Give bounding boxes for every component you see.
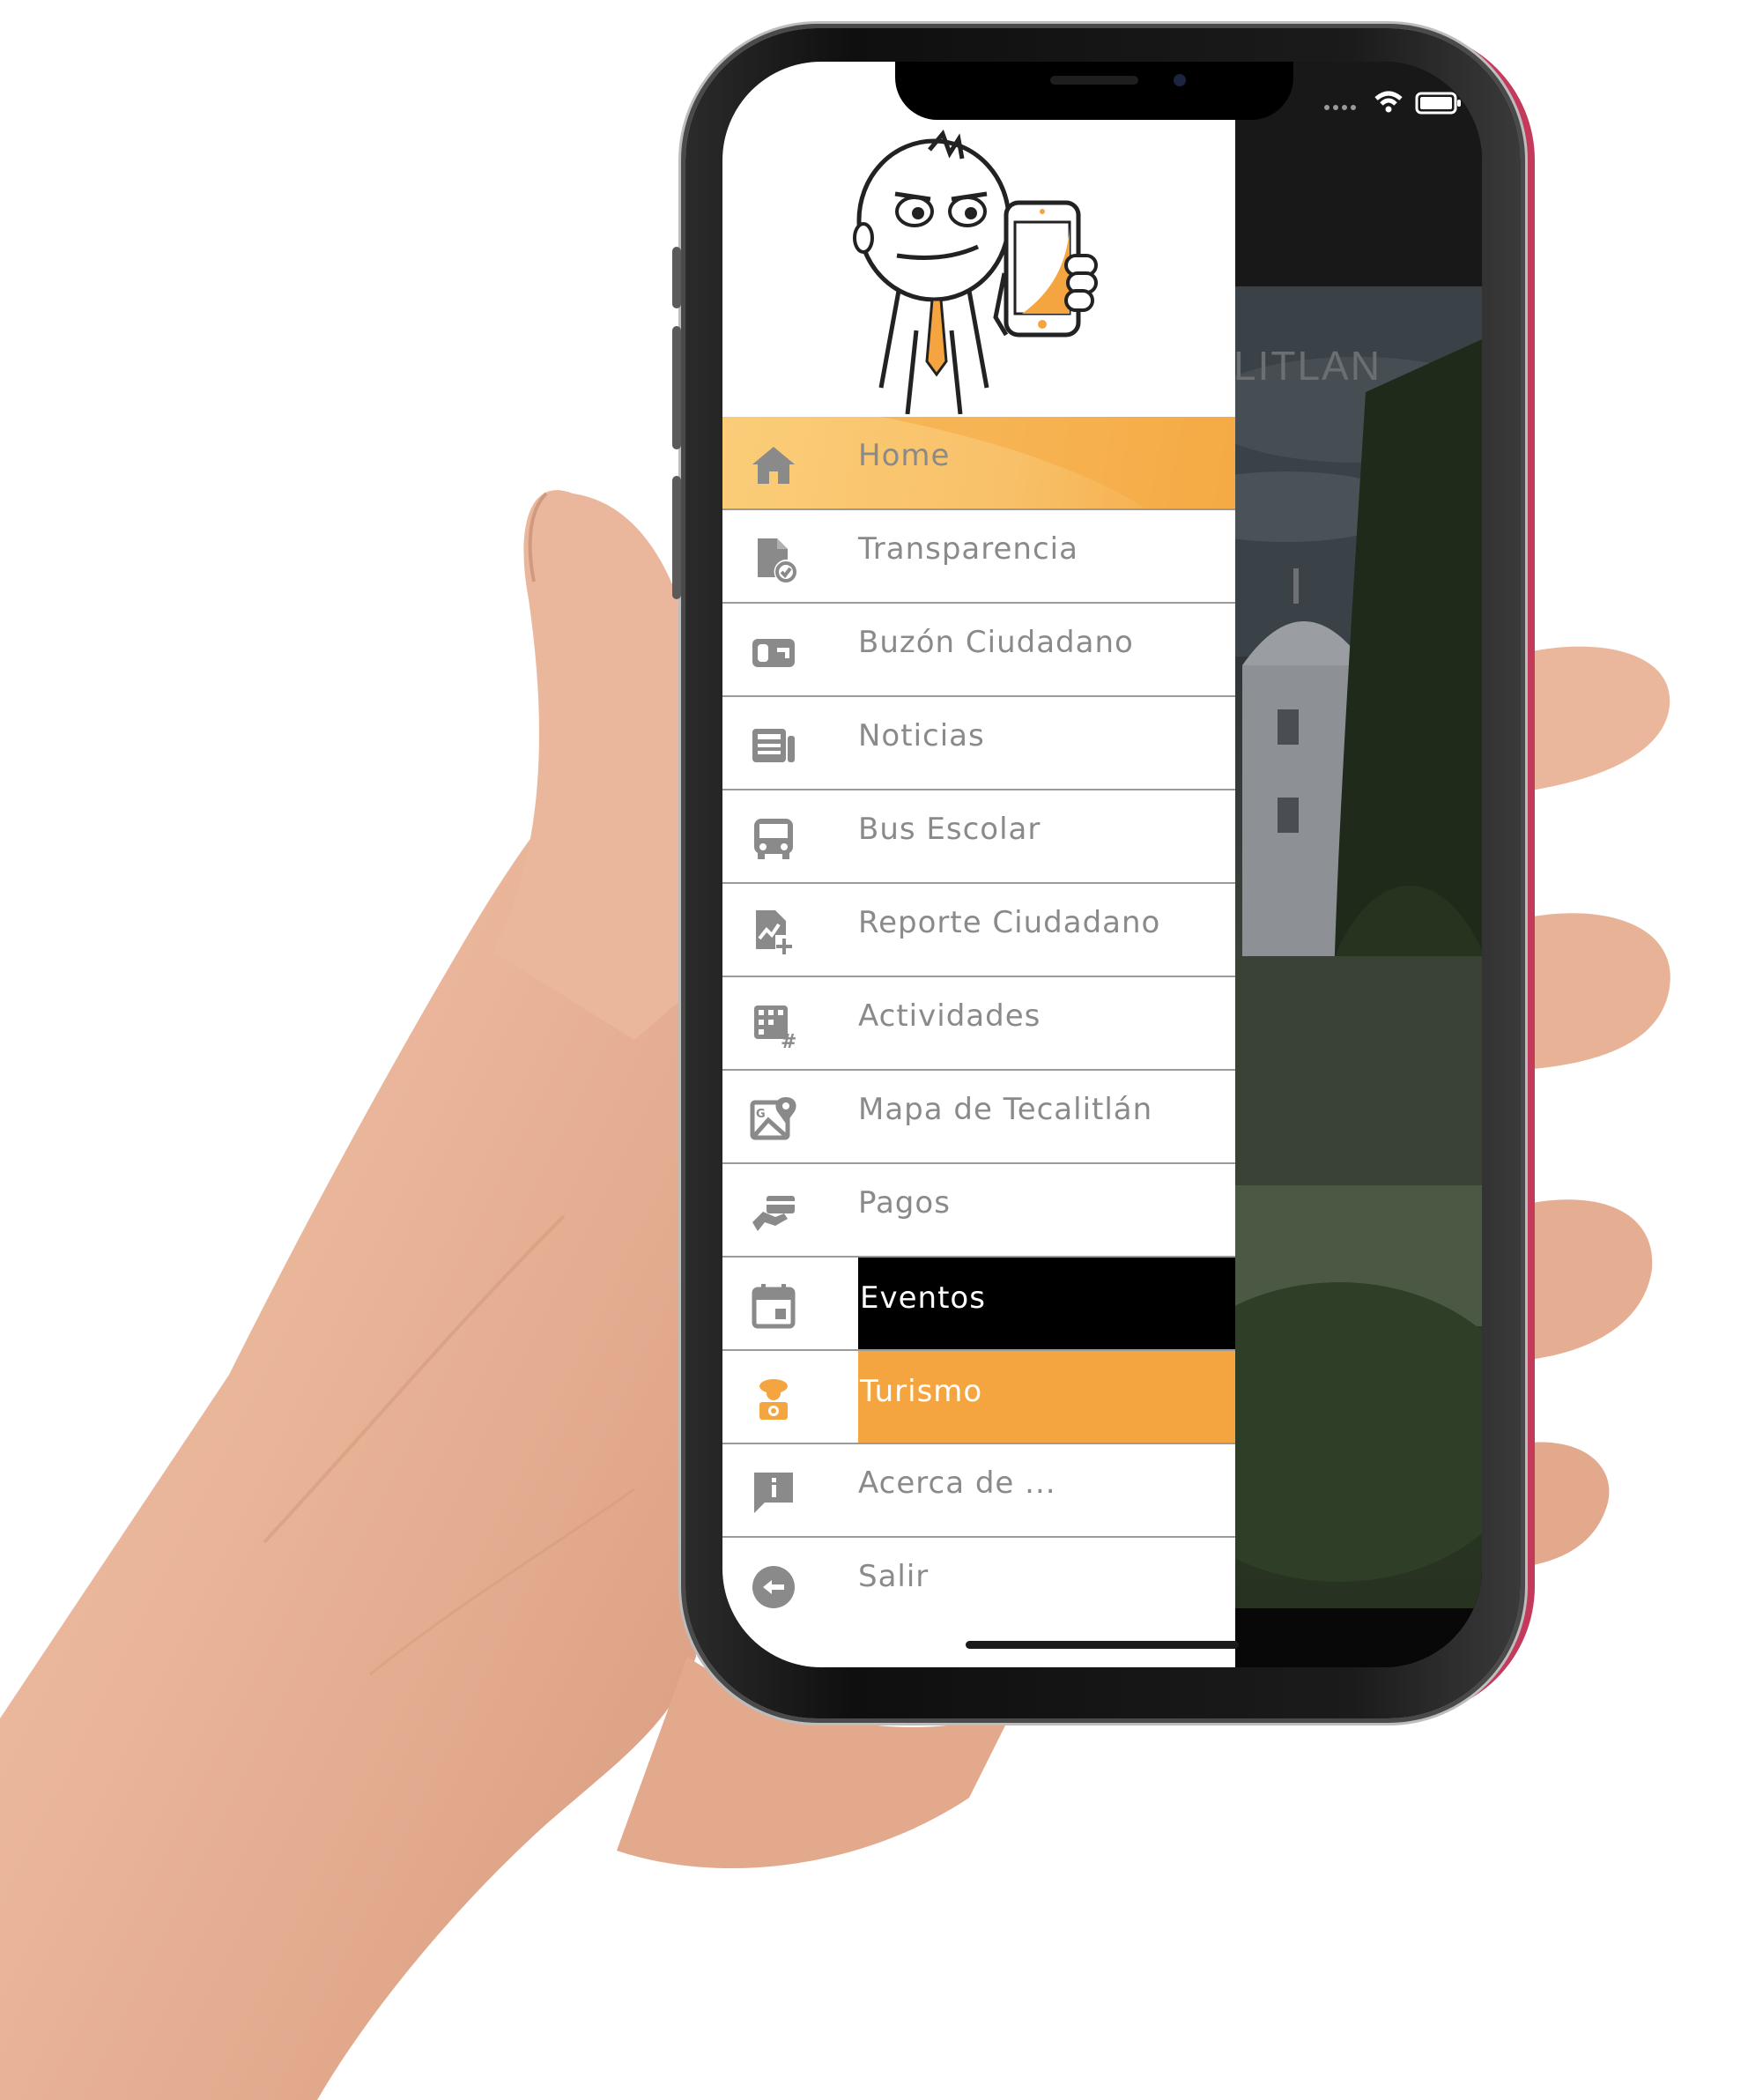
svg-text:G: G	[756, 1108, 766, 1121]
menu-item-salir[interactable]: Salir	[722, 1538, 1235, 1631]
calendar-icon	[749, 1280, 798, 1330]
report-add-icon	[749, 907, 798, 956]
menu-item-label: Actividades	[858, 998, 1041, 1034]
menu-item-turismo[interactable]: Turismo	[722, 1351, 1235, 1444]
menu-item-pagos[interactable]: Pagos	[722, 1164, 1235, 1258]
navigation-drawer: Home Transparencia Buzón Ciudadano Notic…	[722, 62, 1235, 1667]
menu-item-actividades[interactable]: # Actividades	[722, 977, 1235, 1071]
phone-notch	[895, 62, 1293, 120]
menu-item-label: Pagos	[858, 1185, 951, 1221]
menu-item-reporte-ciudadano[interactable]: Reporte Ciudadano	[722, 884, 1235, 977]
phone-screen: LITLAN Home Transparencia Buzón Ciudadan…	[722, 62, 1482, 1667]
volume-mute-button	[672, 476, 681, 599]
exit-icon	[749, 1561, 798, 1610]
menu-item-label: Bus Escolar	[858, 812, 1041, 847]
mailbox-icon	[749, 627, 798, 676]
menu-item-bus-escolar[interactable]: Bus Escolar	[722, 790, 1235, 884]
menu-item-label: Mapa de Tecalitlán	[858, 1092, 1153, 1127]
newspaper-icon	[749, 720, 798, 769]
menu-item-label: Eventos	[860, 1280, 986, 1316]
mascot-logo	[853, 130, 1098, 414]
menu-item-label: Acerca de ...	[858, 1466, 1056, 1501]
volume-up-button	[672, 247, 681, 308]
menu-item-label: Home	[858, 438, 951, 473]
menu-item-eventos[interactable]: Eventos	[722, 1258, 1235, 1351]
info-bubble-icon	[749, 1467, 798, 1517]
battery-icon	[1415, 92, 1461, 115]
menu-item-transparencia[interactable]: Transparencia	[722, 510, 1235, 604]
menu-item-label: Noticias	[858, 718, 985, 753]
menu-item-label: Turismo	[860, 1374, 983, 1409]
background-app-title: LITLAN	[1233, 343, 1381, 389]
front-camera	[1174, 74, 1186, 86]
grid-calendar-icon: #	[749, 1000, 798, 1050]
menu-item-home[interactable]: Home	[722, 417, 1235, 510]
svg-text:#: #	[781, 1031, 796, 1050]
map-pin-icon: G	[749, 1094, 798, 1143]
menu-item-acerca-de[interactable]: Acerca de ...	[722, 1444, 1235, 1538]
menu-item-noticias[interactable]: Noticias	[722, 697, 1235, 790]
document-check-icon	[749, 533, 798, 583]
payment-icon	[749, 1187, 798, 1236]
bus-icon	[749, 813, 798, 863]
menu-item-label: Transparencia	[858, 531, 1078, 567]
speaker-grille	[1050, 76, 1138, 85]
signal-icon	[1324, 105, 1356, 110]
home-indicator[interactable]	[966, 1641, 1239, 1649]
mockup-stage: LITLAN Home Transparencia Buzón Ciudadan…	[0, 0, 1748, 2100]
wifi-icon	[1374, 91, 1403, 106]
home-icon	[749, 440, 798, 489]
tourist-icon	[749, 1374, 798, 1423]
drawer-menu: Home Transparencia Buzón Ciudadano Notic…	[722, 417, 1235, 1631]
menu-item-label: Reporte Ciudadano	[858, 905, 1161, 940]
menu-item-label: Buzón Ciudadano	[858, 625, 1134, 660]
status-bar-icons	[1324, 91, 1461, 115]
menu-item-mapa[interactable]: G Mapa de Tecalitlán	[722, 1071, 1235, 1164]
menu-item-label: Salir	[858, 1559, 930, 1594]
volume-down-button	[672, 326, 681, 449]
menu-item-buzon-ciudadano[interactable]: Buzón Ciudadano	[722, 604, 1235, 697]
